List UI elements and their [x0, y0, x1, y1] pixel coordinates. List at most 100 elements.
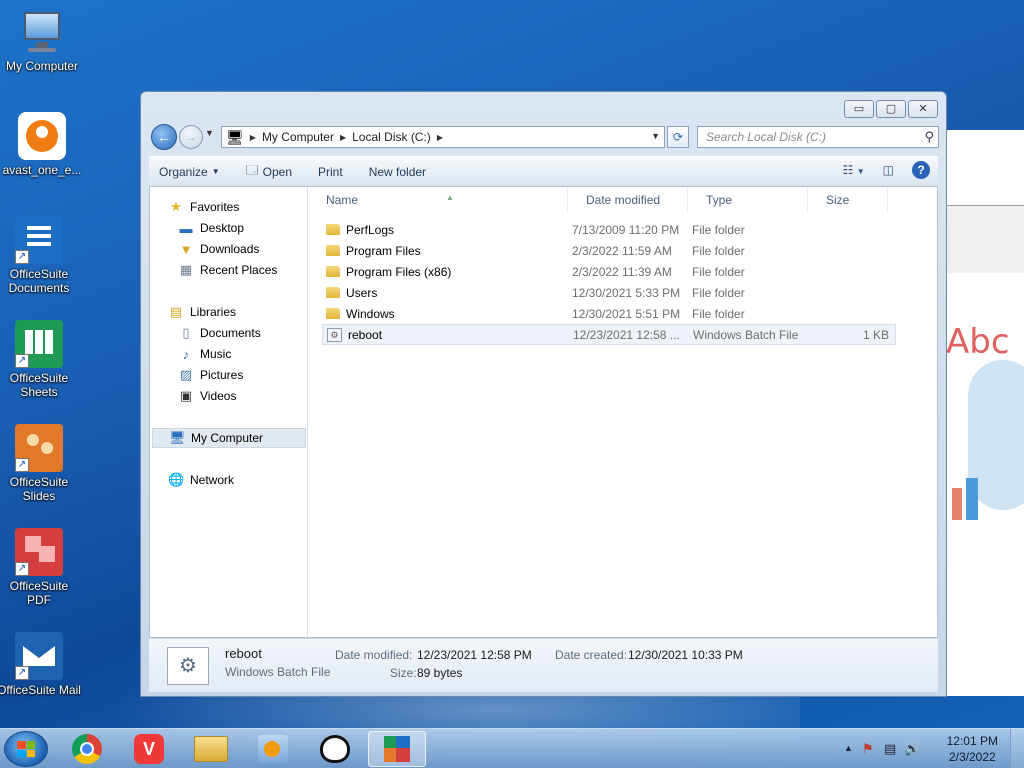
column-header-date-modified[interactable]: Date modified	[568, 187, 688, 213]
network-tray-icon[interactable]: ▤	[884, 741, 896, 757]
print-button[interactable]: Print	[310, 157, 351, 187]
volume-icon[interactable]: 🔊	[904, 741, 920, 757]
desktop-icon-label: My Computer	[5, 59, 79, 73]
sort-ascending-icon: ▲	[446, 193, 454, 202]
desktop-icon-officesuite-documents[interactable]: ↗ OfficeSuite Documents	[0, 216, 81, 295]
nav-item-my-computer[interactable]: 🖥 My Computer	[152, 428, 306, 448]
explorer-window[interactable]: ▭ ▢ ✕ ← → ▼ 🖥 ▶ My Computer ▶ Local Disk…	[140, 91, 947, 697]
nav-item-libraries[interactable]: ▤ Libraries	[168, 302, 236, 322]
column-headers: Name ▲ Date modified Type Size	[308, 187, 937, 213]
pictures-icon: ▨	[179, 367, 193, 382]
desktop-icon-officesuite-mail[interactable]: ↗ OfficeSuite Mail	[0, 632, 81, 697]
search-input[interactable]: Search Local Disk (C:) ⚲	[697, 126, 939, 148]
file-row[interactable]: Program Files (x86) 2/3/2022 11:39 AM File…	[322, 261, 896, 282]
column-name-label: Name	[326, 193, 359, 207]
close-button[interactable]: ✕	[908, 100, 938, 118]
file-name: Windows	[346, 306, 395, 321]
batch-file-icon: ⚙	[327, 327, 342, 342]
search-icon[interactable]: ⚲	[924, 127, 934, 147]
address-dropdown-icon[interactable]: ▼	[651, 131, 660, 141]
show-desktop-button[interactable]	[1010, 729, 1024, 768]
avast-icon	[18, 112, 66, 160]
address-bar[interactable]: 🖥 ▶ My Computer ▶ Local Disk (C:) ▶ ▼	[221, 126, 665, 148]
file-name-cell: ⚙ reboot	[323, 327, 573, 342]
desktop-icon-officesuite-slides[interactable]: ↗ OfficeSuite Slides	[0, 424, 81, 503]
nav-item-music[interactable]: ♪ Music	[178, 344, 232, 364]
file-row[interactable]: ⚙ reboot 12/23/2021 12:58 ... Windows Batch…	[322, 324, 896, 345]
file-type: File folder	[692, 306, 745, 321]
nav-item-videos[interactable]: ▣ Videos	[178, 386, 237, 406]
music-icon: ♪	[182, 346, 190, 362]
windows-logo-icon	[17, 741, 35, 757]
file-row[interactable]: Windows 12/30/2021 5:51 PM File folder	[322, 303, 896, 324]
background-app-window[interactable]: Abc	[946, 130, 1024, 696]
column-header-type[interactable]: Type	[688, 187, 808, 213]
nav-item-favorites[interactable]: ★ Favorites	[168, 197, 239, 217]
breadcrumb-separator[interactable]: ▶	[340, 133, 346, 142]
taskbar-app-explorer[interactable]	[182, 731, 240, 767]
nav-item-downloads[interactable]: ▼ Downloads	[178, 239, 260, 259]
action-center-flag-icon[interactable]: ⚑	[862, 741, 874, 757]
videos-icon: ▣	[179, 388, 193, 403]
nav-item-documents[interactable]: ▯ Documents	[178, 323, 260, 343]
file-list: Name ▲ Date modified Type Size PerfLogs 7…	[308, 187, 937, 637]
file-name-cell: Users	[322, 286, 572, 300]
file-row[interactable]: Users 12/30/2021 5:33 PM File folder	[322, 282, 896, 303]
help-icon: ?	[917, 163, 925, 177]
file-type: File folder	[692, 264, 745, 279]
shortcut-arrow-icon: ↗	[15, 458, 29, 472]
chevron-down-icon: ▼	[856, 167, 865, 176]
refresh-button[interactable]: ⟳	[667, 126, 689, 148]
preview-pane-button[interactable]: ◫	[883, 163, 894, 177]
organize-button[interactable]: Organize ▼	[149, 157, 228, 187]
column-header-size[interactable]: Size	[808, 187, 888, 213]
desktop-icon-avast[interactable]: avast_one_e...	[0, 112, 84, 177]
start-button[interactable]	[4, 731, 48, 767]
new-folder-button[interactable]: New folder	[361, 157, 434, 187]
forward-button[interactable]: →	[179, 125, 203, 149]
nav-label: Network	[190, 473, 235, 487]
file-date-modified: 7/13/2009 11:20 PM	[572, 222, 680, 237]
clock[interactable]: 12:01 PM 2/3/2022	[947, 733, 998, 765]
change-view-button[interactable]: ☷ ▼	[843, 163, 865, 177]
breadcrumb-separator[interactable]: ▶	[250, 133, 256, 142]
navigation-pane: ★ Favorites ▬ Desktop ▼ Downloads ▦ Rece…	[150, 187, 308, 637]
nav-label: Favorites	[190, 200, 240, 214]
taskbar-app-officesuite[interactable]	[368, 731, 426, 767]
officesuite-pdf-icon: ↗	[15, 528, 63, 576]
file-name: Users	[346, 285, 378, 300]
breadcrumb-my-computer[interactable]: My Computer	[262, 130, 334, 144]
desktop-icon-officesuite-sheets[interactable]: ↗ OfficeSuite Sheets	[0, 320, 81, 399]
file-row[interactable]: PerfLogs 7/13/2009 11:20 PM File folder	[322, 219, 896, 240]
file-row[interactable]: Program Files 2/3/2022 11:59 AM File folde…	[322, 240, 896, 261]
breadcrumb-local-disk[interactable]: Local Disk (C:)	[352, 130, 431, 144]
organize-label: Organize	[159, 164, 208, 179]
nav-label: Music	[200, 347, 232, 361]
taskbar-app-chrome[interactable]	[58, 731, 116, 767]
libraries-icon: ▤	[169, 304, 183, 319]
restore-button[interactable]: ▢	[876, 100, 906, 118]
folder-icon	[326, 245, 340, 256]
show-hidden-icons-button[interactable]: ▲	[844, 743, 853, 753]
taskbar: V ▲ ⚑ ▤ 🔊 12:01 PM 2/3/2022	[0, 728, 1024, 768]
minimize-button[interactable]: ▭	[844, 100, 874, 118]
recent-pages-dropdown[interactable]: ▼	[205, 128, 214, 138]
breadcrumb-separator[interactable]: ▶	[437, 133, 443, 142]
back-button[interactable]: ←	[151, 124, 177, 150]
desktop-icon-my-computer[interactable]: My Computer	[0, 8, 84, 73]
file-name: Program Files (x86)	[346, 264, 452, 279]
taskbar-app-vivaldi[interactable]: V	[120, 731, 178, 767]
taskbar-app-media-player[interactable]	[244, 731, 302, 767]
search-placeholder: Search Local Disk (C:)	[706, 130, 827, 144]
column-header-name[interactable]: Name ▲	[308, 187, 568, 213]
open-button[interactable]: 🗔 Open	[238, 157, 300, 187]
taskbar-app-ccleaner[interactable]	[306, 731, 364, 767]
officesuite-icon	[382, 734, 412, 764]
size-label: Size:	[390, 666, 417, 680]
nav-item-desktop[interactable]: ▬ Desktop	[178, 218, 245, 238]
nav-item-network[interactable]: 🌐 Network	[168, 470, 234, 490]
help-button[interactable]: ?	[912, 161, 930, 179]
desktop-icon-officesuite-pdf[interactable]: ↗ OfficeSuite PDF	[0, 528, 81, 607]
nav-item-pictures[interactable]: ▨ Pictures	[178, 365, 244, 385]
nav-item-recent-places[interactable]: ▦ Recent Places	[178, 260, 278, 280]
